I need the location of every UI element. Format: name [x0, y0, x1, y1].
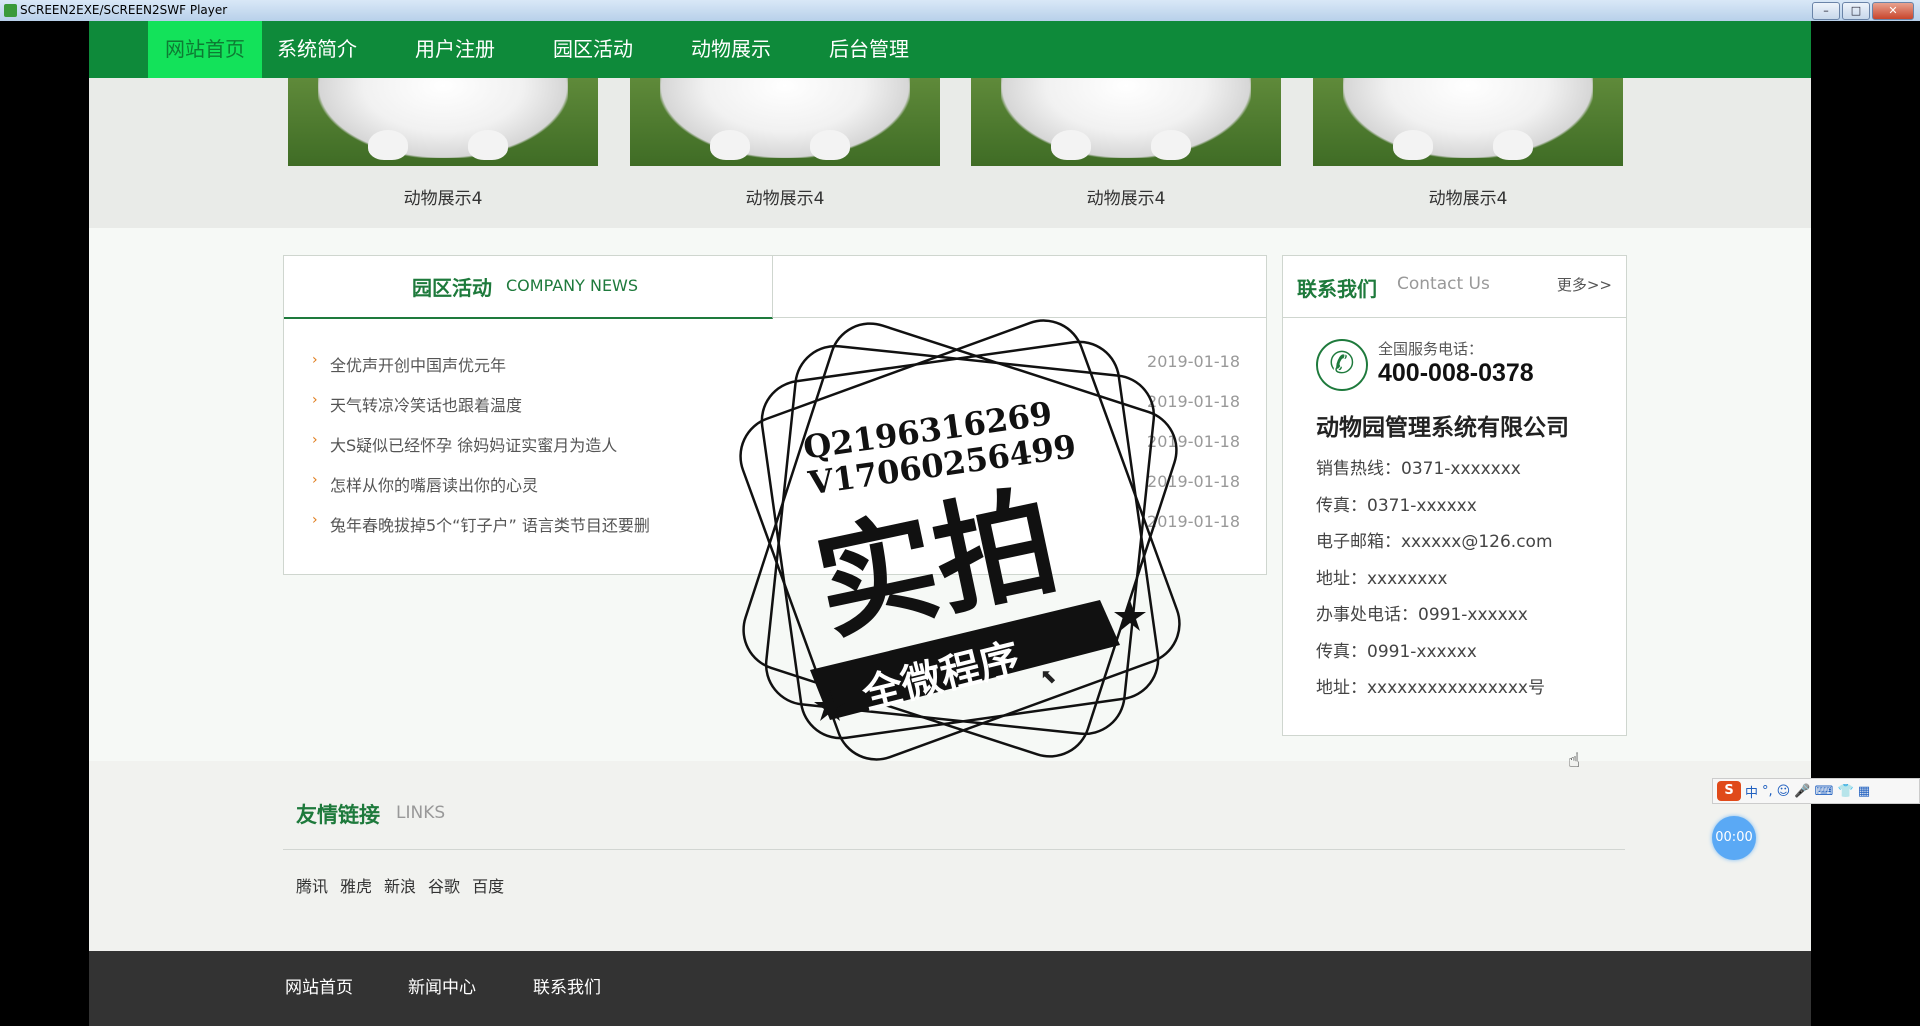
contact-line: 地址：xxxxxxxxxxxxxxxx号	[1316, 678, 1545, 698]
link-baidu[interactable]: 百度	[472, 873, 504, 897]
news-panel: 园区活动 COMPANY NEWS › 全优声开创中国声优元年 2019-01-18…	[283, 255, 1267, 575]
footer-nav: 网站首页 新闻中心 联系我们	[89, 951, 1811, 1026]
news-list: › 全优声开创中国声优元年 2019-01-18 › 天气转凉冷笑话也跟着温度 2019…	[312, 352, 1240, 552]
list-item[interactable]: › 怎样从你的嘴唇读出你的心灵 2019-01-18	[312, 472, 1240, 512]
ime-mode[interactable]: 中	[1745, 782, 1758, 801]
animal-thumbnail[interactable]	[1313, 78, 1623, 166]
minimize-button[interactable]: –	[1812, 2, 1840, 20]
contact-line: 办事处电话：0991-xxxxxx	[1316, 605, 1528, 625]
link-sina[interactable]: 新浪	[384, 873, 416, 897]
nav-item-animals[interactable]: 动物展示	[679, 21, 783, 78]
links-title: 友情链接	[296, 803, 380, 827]
links-list: 腾讯 雅虎 新浪 谷歌 百度	[296, 873, 504, 897]
hand-pointer-icon: ☝	[1568, 748, 1581, 772]
contact-subtitle: Contact Us	[1397, 274, 1490, 294]
nav-item-register[interactable]: 用户注册	[403, 21, 507, 78]
contact-info-list: 销售热线：0371-xxxxxxx 传真：0371-xxxxxx 电子邮箱：xx…	[1316, 454, 1553, 710]
footer-link-contact[interactable]: 联系我们	[533, 973, 601, 998]
window-title: SCREEN2EXE/SCREEN2SWF Player	[20, 3, 228, 17]
arrow-icon: ›	[312, 352, 318, 368]
contact-panel: 联系我们 Contact Us 更多>> ✆ 全国服务电话： 400-008-0…	[1282, 255, 1627, 736]
mouse-pointer-icon: ⬉	[1040, 664, 1057, 688]
news-subtitle: COMPANY NEWS	[506, 276, 639, 295]
maximize-button[interactable]: □	[1842, 2, 1870, 20]
animal-thumbnail[interactable]	[288, 78, 598, 166]
list-item[interactable]: › 全优声开创中国声优元年 2019-01-18	[312, 352, 1240, 392]
news-title[interactable]: 园区活动	[412, 272, 492, 301]
content-section: 园区活动 COMPANY NEWS › 全优声开创中国声优元年 2019-01-18…	[89, 228, 1811, 761]
animal-caption[interactable]: 动物展示4	[630, 184, 940, 209]
contact-line: 电子邮箱：xxxxxx@126.com	[1316, 532, 1553, 552]
contact-title: 联系我们	[1297, 277, 1377, 301]
ime-tools-icons[interactable]: ☺ 🎤 ⌨ 👕 ▦	[1777, 784, 1871, 799]
link-yahoo[interactable]: 雅虎	[340, 873, 372, 897]
news-header: 园区活动 COMPANY NEWS	[284, 256, 773, 319]
main-nav: 网站首页 系统简介 用户注册 园区活动 动物展示 后台管理	[89, 21, 1811, 78]
list-item[interactable]: › 兔年春晚拔掉5个“钉子户” 语言类节目还要删 2019-01-18	[312, 512, 1240, 552]
contact-line: 传真：0991-xxxxxx	[1316, 641, 1477, 662]
list-item[interactable]: › 天气转凉冷笑话也跟着温度 2019-01-18	[312, 392, 1240, 432]
contact-line: 地址：xxxxxxxx	[1316, 568, 1448, 589]
company-name: 动物园管理系统有限公司	[1316, 415, 1569, 441]
animal-caption[interactable]: 动物展示4	[288, 184, 598, 209]
contact-header: 联系我们 Contact Us 更多>>	[1283, 256, 1626, 318]
app-icon	[4, 4, 17, 17]
arrow-icon: ›	[312, 392, 318, 408]
phone-label: 全国服务电话：	[1378, 340, 1484, 358]
friend-links-section: 友情链接 LINKS 腾讯 雅虎 新浪 谷歌 百度	[89, 761, 1811, 951]
link-google[interactable]: 谷歌	[428, 873, 460, 897]
website-page: 网站首页 系统简介 用户注册 园区活动 动物展示 后台管理 动物展示4 动物展示…	[89, 21, 1811, 1026]
ime-punct[interactable]: °,	[1762, 784, 1773, 799]
footer-link-home[interactable]: 网站首页	[285, 973, 353, 998]
window-titlebar: SCREEN2EXE/SCREEN2SWF Player – □ ✕	[0, 0, 1920, 21]
nav-item-activities[interactable]: 园区活动	[541, 21, 645, 78]
phone-number: 400-008-0378	[1378, 359, 1534, 387]
nav-item-home[interactable]: 网站首页	[148, 21, 262, 78]
animal-caption[interactable]: 动物展示4	[971, 184, 1281, 209]
nav-item-admin[interactable]: 后台管理	[817, 21, 921, 78]
animal-thumbnail[interactable]	[630, 78, 940, 166]
animal-thumbnail[interactable]	[971, 78, 1281, 166]
footer-link-news[interactable]: 新闻中心	[408, 973, 476, 998]
nav-item-intro[interactable]: 系统简介	[265, 21, 369, 78]
animal-caption[interactable]: 动物展示4	[1313, 184, 1623, 209]
list-item[interactable]: › 大S疑似已经怀孕 徐妈妈证实蜜月为造人 2019-01-18	[312, 432, 1240, 472]
window-controls: – □ ✕	[1812, 2, 1914, 20]
sogou-logo-icon[interactable]: S	[1717, 781, 1741, 801]
arrow-icon: ›	[312, 512, 318, 528]
links-subtitle: LINKS	[396, 803, 446, 823]
animal-gallery: 动物展示4 动物展示4 动物展示4 动物展示4	[89, 78, 1811, 228]
phone-icon: ✆	[1316, 339, 1368, 391]
contact-line: 销售热线：0371-xxxxxxx	[1316, 459, 1521, 479]
more-link[interactable]: 更多>>	[1557, 274, 1612, 295]
arrow-icon: ›	[312, 432, 318, 448]
ime-toolbar[interactable]: S 中 °, ☺ 🎤 ⌨ 👕 ▦	[1712, 778, 1920, 804]
contact-line: 传真：0371-xxxxxx	[1316, 495, 1477, 516]
recording-timer[interactable]: 00:00	[1712, 816, 1756, 860]
link-tencent[interactable]: 腾讯	[296, 873, 328, 897]
arrow-icon: ›	[312, 472, 318, 488]
close-button[interactable]: ✕	[1872, 2, 1914, 20]
